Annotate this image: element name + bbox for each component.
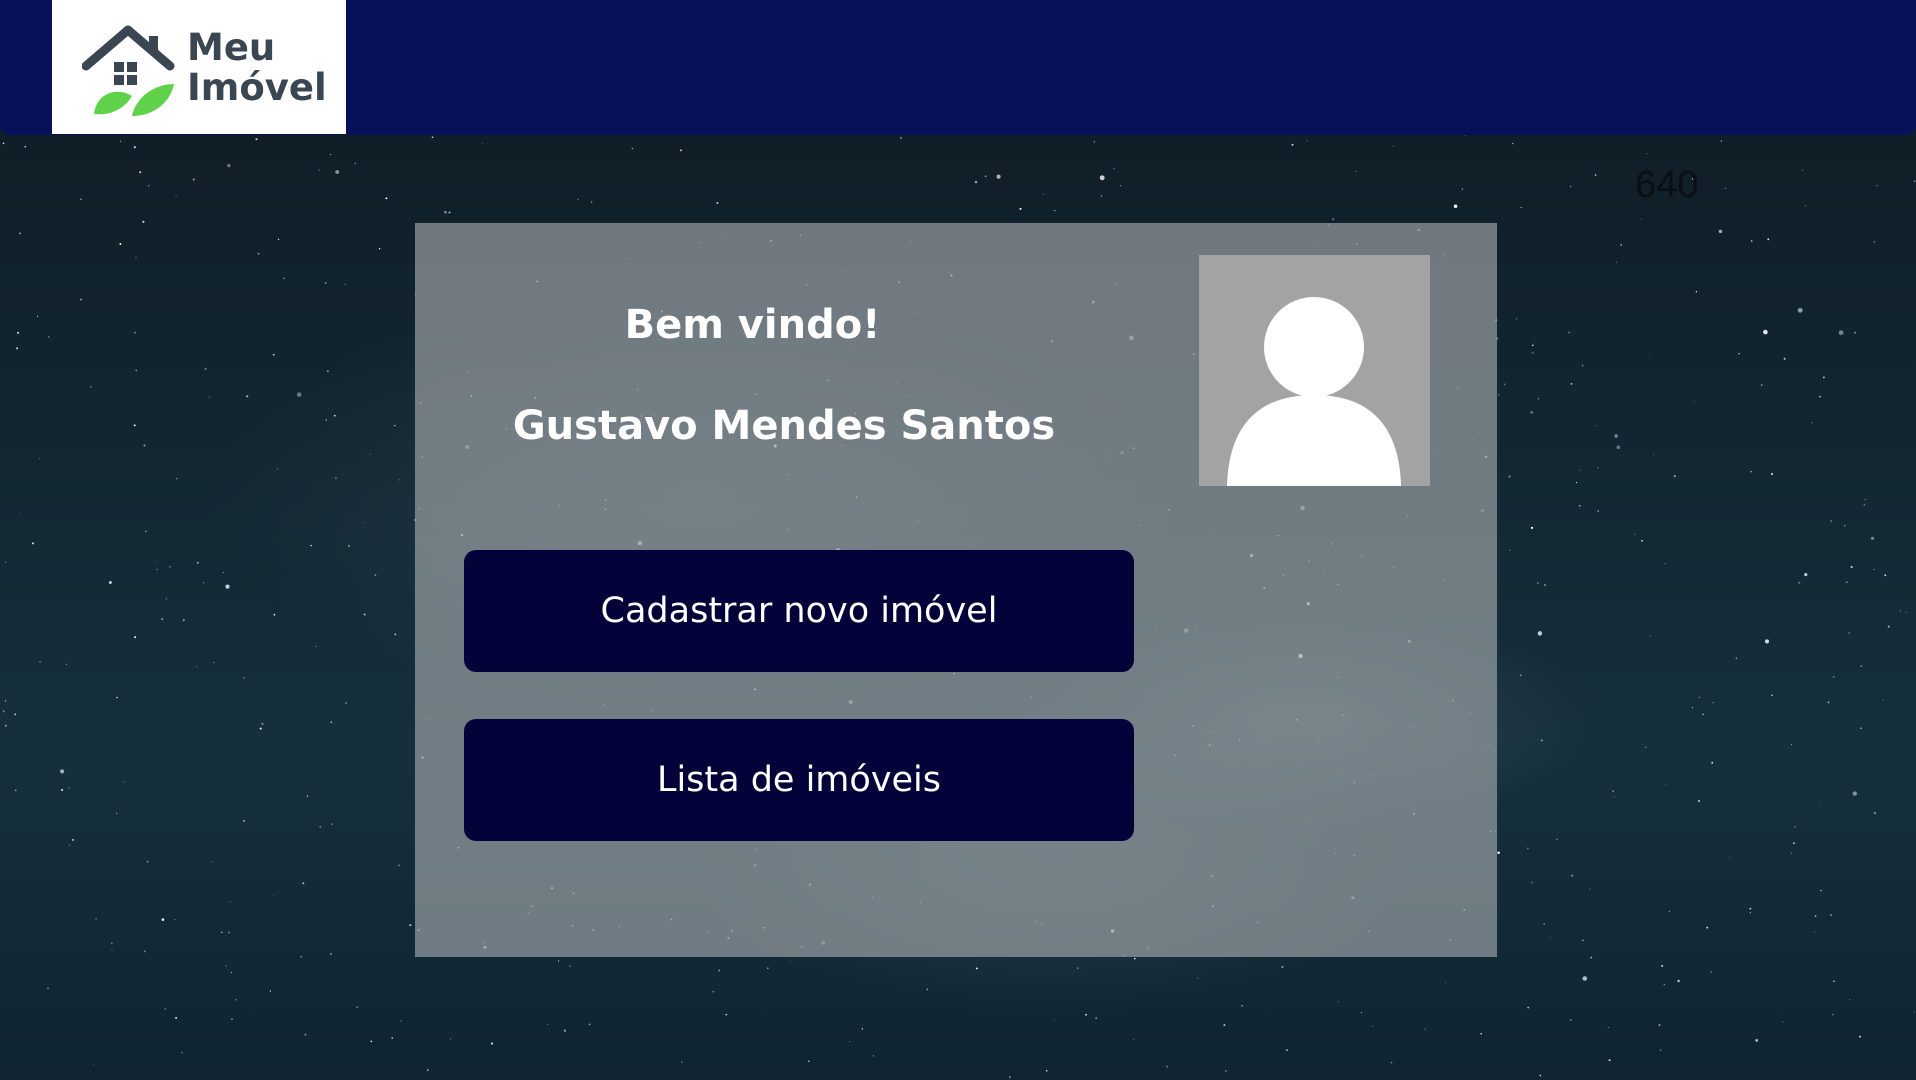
top-navbar: Meu Imóvel — [0, 0, 1916, 135]
user-name: Gustavo Mendes Santos — [512, 403, 1056, 449]
user-placeholder-icon — [1227, 297, 1401, 486]
welcome-card: Bem vindo! Gustavo Mendes Santos Cadastr… — [415, 223, 1497, 957]
welcome-heading: Bem vindo! — [624, 302, 881, 348]
property-list-button[interactable]: Lista de imóveis — [464, 719, 1134, 841]
counter-value: 640 — [1635, 164, 1699, 206]
logo-line-1: Meu — [187, 26, 276, 69]
user-avatar — [1199, 255, 1430, 486]
house-leaf-icon — [82, 25, 175, 116]
logo[interactable]: Meu Imóvel — [52, 0, 346, 134]
logo-text: Meu Imóvel — [187, 28, 327, 108]
logo-line-2: Imóvel — [187, 66, 327, 109]
register-property-button[interactable]: Cadastrar novo imóvel — [464, 550, 1134, 672]
